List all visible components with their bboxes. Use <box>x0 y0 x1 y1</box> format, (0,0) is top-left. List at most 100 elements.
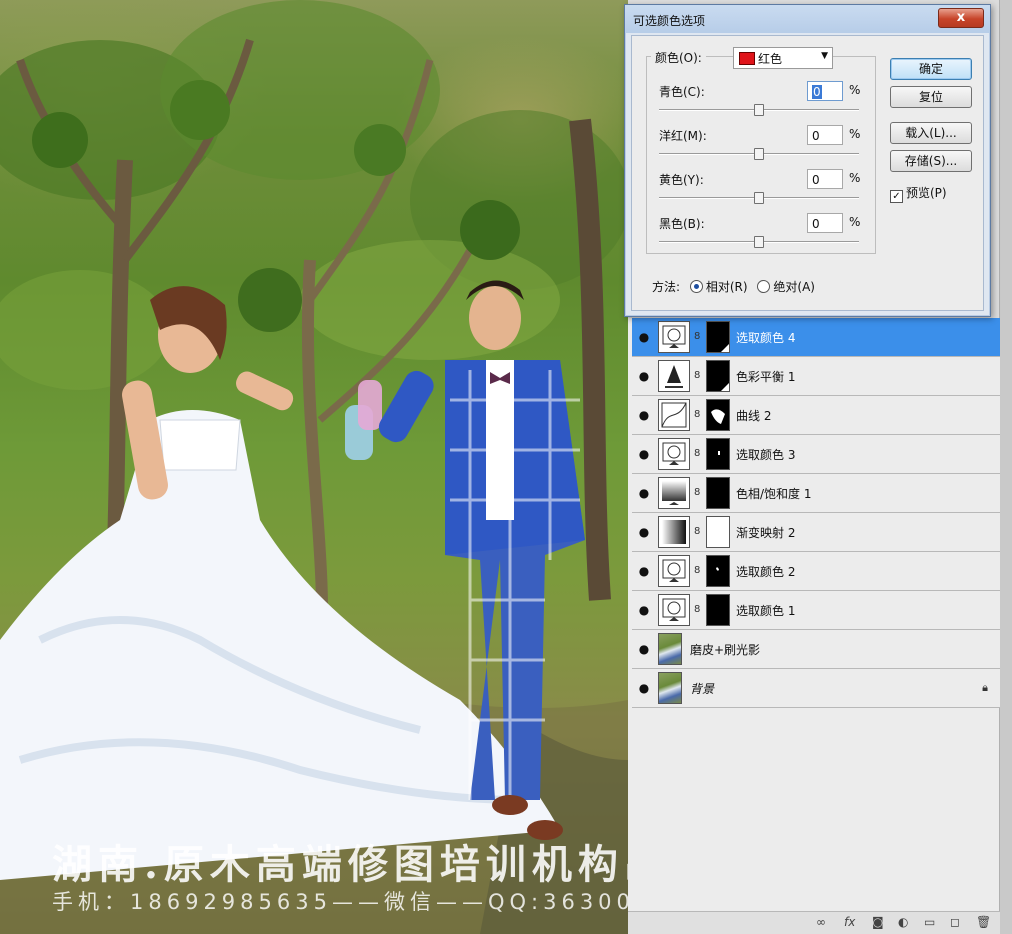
magenta-percent: % <box>849 127 861 141</box>
eye-icon[interactable]: ● <box>637 408 651 422</box>
layer-mask-thumbnail[interactable] <box>706 438 730 470</box>
selective-color-icon <box>658 555 690 587</box>
layer-name[interactable]: 选取颜色 4 <box>736 329 795 346</box>
layers-list: ● 8 选取颜色 4 ● 8 色彩平衡 1 ● 8 曲线 2 ● 8 选取颜色 … <box>632 318 1000 708</box>
layer-mask-thumbnail[interactable] <box>706 399 730 431</box>
layer-name[interactable]: 色相/饱和度 1 <box>736 485 812 502</box>
layer-mask-thumbnail[interactable] <box>706 360 730 392</box>
layer-row[interactable]: ● 8 选取颜色 1 <box>632 591 1000 630</box>
new-layer-icon[interactable]: ◻ <box>950 915 960 929</box>
layer-name[interactable]: 曲线 2 <box>736 407 771 424</box>
link-icon[interactable]: ∞ <box>816 915 826 929</box>
layer-photo-thumbnail <box>658 633 682 665</box>
link-icon[interactable]: 8 <box>694 448 700 459</box>
ok-button[interactable]: 确定 <box>890 58 972 80</box>
colors-dropdown[interactable]: 红色 ▼ <box>733 47 833 69</box>
folder-icon[interactable]: ▭ <box>924 915 935 929</box>
black-label: 黑色(B): <box>659 217 705 231</box>
yellow-input[interactable]: 0 <box>807 169 843 189</box>
selective-color-icon <box>658 594 690 626</box>
cyan-percent: % <box>849 83 861 97</box>
photo-illustration <box>0 0 628 934</box>
link-icon[interactable]: 8 <box>694 487 700 498</box>
cyan-slider-thumb[interactable] <box>754 104 764 116</box>
layer-name[interactable]: 选取颜色 2 <box>736 563 795 580</box>
layer-name[interactable]: 色彩平衡 1 <box>736 368 795 385</box>
black-percent: % <box>849 215 861 229</box>
layer-mask-thumbnail[interactable] <box>706 555 730 587</box>
dialog-titlebar[interactable]: 可选颜色选项 x <box>625 5 990 33</box>
selective-color-icon <box>658 438 690 470</box>
absolute-label[interactable]: 绝对(A) <box>773 280 815 294</box>
link-icon[interactable]: 8 <box>694 604 700 615</box>
layer-row[interactable]: ● 8 选取颜色 3 <box>632 435 1000 474</box>
chevron-down-icon: ▼ <box>821 51 828 61</box>
yellow-slider-thumb[interactable] <box>754 192 764 204</box>
photo-canvas[interactable]: 湖南.原木高端修图培训机构出品 手机：18692985635——微信——QQ:3… <box>0 0 628 934</box>
reset-button[interactable]: 复位 <box>890 86 972 108</box>
fx-icon[interactable]: fx <box>844 915 855 929</box>
save-button[interactable]: 存储(S)... <box>890 150 972 172</box>
watermark-contact: 手机：18692985635——微信——QQ:363007626 <box>52 890 628 914</box>
layer-row[interactable]: ● 8 选取颜色 2 <box>632 552 1000 591</box>
color-swatch <box>739 52 755 65</box>
layer-photo-thumbnail <box>658 672 682 704</box>
adjustment-icon[interactable]: ◐ <box>898 915 908 929</box>
close-button[interactable]: x <box>938 8 984 28</box>
trash-icon[interactable]: 🗑︎ <box>976 915 991 929</box>
eye-icon[interactable]: ● <box>637 330 651 344</box>
layer-name[interactable]: 选取颜色 3 <box>736 446 795 463</box>
layer-name[interactable]: 背景 <box>690 680 714 697</box>
load-button[interactable]: 载入(L)... <box>890 122 972 144</box>
link-icon[interactable]: 8 <box>694 409 700 420</box>
layer-row[interactable]: ● 8 曲线 2 <box>632 396 1000 435</box>
layers-panel-footer: ∞ fx ◙ ◐ ▭ ◻ 🗑︎ <box>628 911 1000 934</box>
eye-icon[interactable]: ● <box>637 486 651 500</box>
cyan-label: 青色(C): <box>659 85 705 99</box>
hue-saturation-icon <box>658 477 690 509</box>
layer-row[interactable]: ● 8 选取颜色 4 <box>632 318 1000 357</box>
link-icon[interactable]: 8 <box>694 565 700 576</box>
colors-group: 颜色(O): 红色 ▼ 青色(C): 0 % 洋红(M): 0 % 黄色(Y):… <box>646 47 876 254</box>
layer-mask-thumbnail[interactable] <box>706 594 730 626</box>
selective-color-dialog: 可选颜色选项 x 颜色(O): 红色 ▼ 青色(C): 0 % 洋红(M): 0… <box>624 4 991 317</box>
black-slider-thumb[interactable] <box>754 236 764 248</box>
link-icon[interactable]: 8 <box>694 526 700 537</box>
color-balance-icon <box>658 360 690 392</box>
cyan-input[interactable]: 0 <box>807 81 843 101</box>
layer-row[interactable]: ● 8 色彩平衡 1 <box>632 357 1000 396</box>
panel-scrollbar[interactable] <box>999 0 1012 934</box>
layer-mask-thumbnail[interactable] <box>706 477 730 509</box>
layer-row[interactable]: ● 8 渐变映射 2 <box>632 513 1000 552</box>
colors-label: 颜色(O): <box>651 49 706 66</box>
absolute-radio[interactable] <box>757 280 771 293</box>
link-icon[interactable]: 8 <box>694 370 700 381</box>
layer-name[interactable]: 渐变映射 2 <box>736 524 795 541</box>
black-input[interactable]: 0 <box>807 213 843 233</box>
link-icon[interactable]: 8 <box>694 331 700 342</box>
layer-row[interactable]: ● 8 色相/饱和度 1 <box>632 474 1000 513</box>
layer-name[interactable]: 磨皮+刷光影 <box>690 641 760 658</box>
eye-icon[interactable]: ● <box>637 681 651 695</box>
layer-mask-thumbnail[interactable] <box>706 516 730 548</box>
eye-icon[interactable]: ● <box>637 642 651 656</box>
relative-label[interactable]: 相对(R) <box>706 280 748 294</box>
mask-icon[interactable]: ◙ <box>872 915 884 929</box>
eye-icon[interactable]: ● <box>637 564 651 578</box>
relative-radio[interactable] <box>689 280 703 293</box>
eye-icon[interactable]: ● <box>637 525 651 539</box>
checkbox-checked-icon: ✓ <box>890 190 903 203</box>
layer-name[interactable]: 选取颜色 1 <box>736 602 795 619</box>
magenta-slider-thumb[interactable] <box>754 148 764 160</box>
eye-icon[interactable]: ● <box>637 447 651 461</box>
layer-row[interactable]: ● 磨皮+刷光影 <box>632 630 1000 669</box>
cyan-value: 0 <box>812 85 822 99</box>
preview-label: 预览(P) <box>906 186 947 200</box>
magenta-input[interactable]: 0 <box>807 125 843 145</box>
layer-mask-thumbnail[interactable] <box>706 321 730 353</box>
dialog-title: 可选颜色选项 <box>633 14 706 28</box>
eye-icon[interactable]: ● <box>637 603 651 617</box>
layer-row[interactable]: ● 背景 🔒︎ <box>632 669 1000 708</box>
eye-icon[interactable]: ● <box>637 369 651 383</box>
preview-checkbox[interactable]: ✓ 预览(P) <box>890 184 947 203</box>
